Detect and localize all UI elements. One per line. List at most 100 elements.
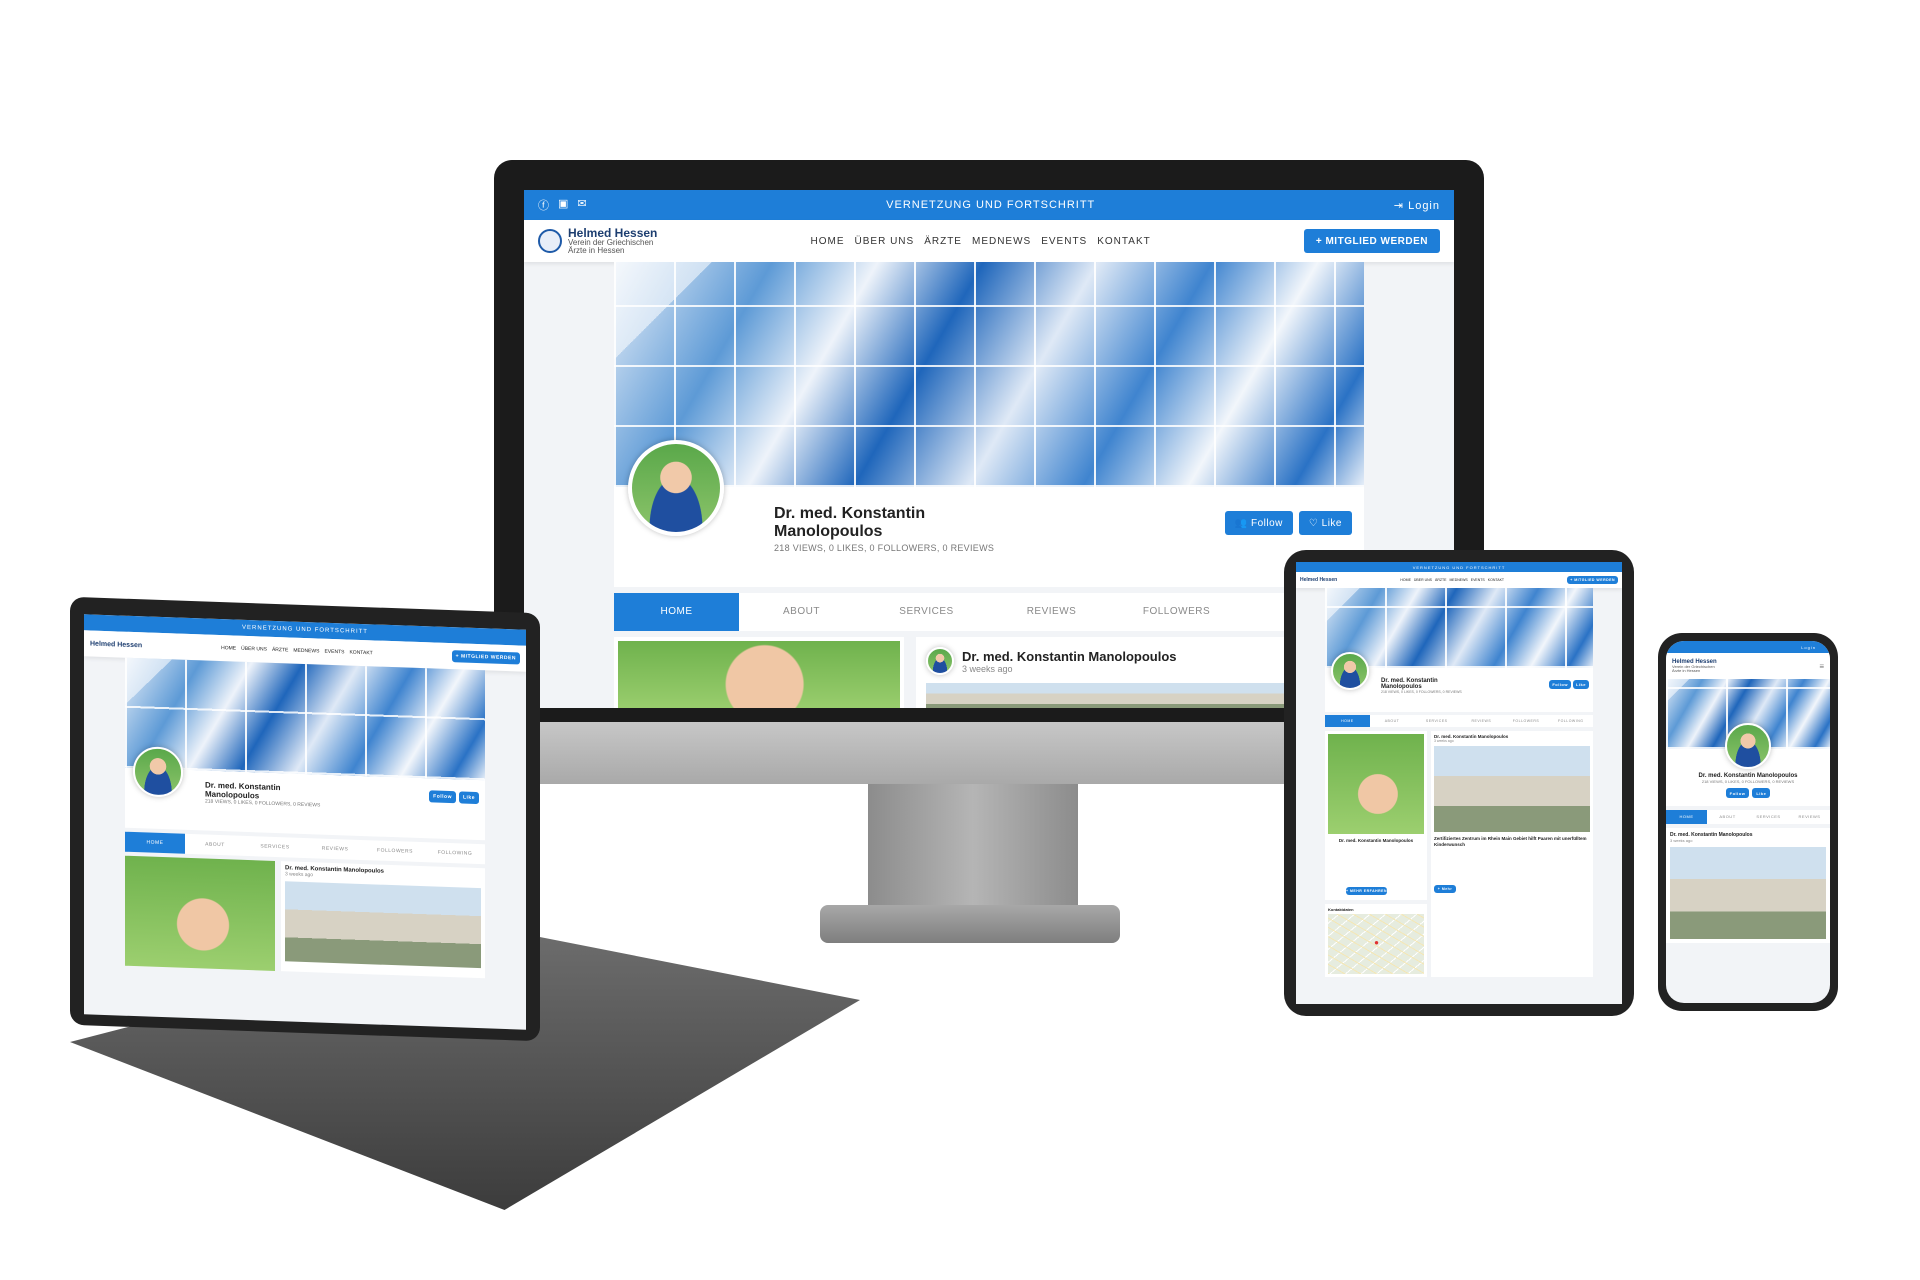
- tablet-tab-following[interactable]: FOLLOWING: [1548, 715, 1593, 727]
- laptop-tab-followers[interactable]: FOLLOWERS: [365, 840, 425, 862]
- tablet-more-button[interactable]: + MEHR ERFAHREN: [1346, 887, 1388, 895]
- tab-services[interactable]: SERVICES: [864, 593, 989, 631]
- tablet-post-headline[interactable]: Zertifiziertes Zentrum im Rhein Main Geb…: [1434, 836, 1590, 847]
- phone-tab-about[interactable]: ABOUT: [1707, 810, 1748, 824]
- like-button[interactable]: ♡ Like: [1298, 511, 1352, 535]
- tablet-tabs: HOME ABOUT SERVICES REVIEWS FOLLOWERS FO…: [1325, 715, 1593, 727]
- phone-post-image: [1670, 847, 1826, 939]
- tablet-nav-mednews[interactable]: MEDNEWS: [1449, 578, 1467, 582]
- nav-item-mednews[interactable]: MEDNEWS: [972, 236, 1031, 247]
- profile-stats: 218 VIEWS, 0 LIKES, 0 FOLLOWERS, 0 REVIE…: [774, 543, 995, 553]
- post-author[interactable]: Dr. med. Konstantin Manolopoulos: [962, 649, 1177, 664]
- profile-photo-large: [614, 637, 904, 708]
- tablet-tab-followers[interactable]: FOLLOWERS: [1504, 715, 1549, 727]
- logo[interactable]: Helmed Hessen Verein der Griechischen Är…: [538, 227, 657, 255]
- logo-emblem-icon: [538, 229, 562, 253]
- phone-avatar: [1725, 723, 1771, 769]
- laptop-nav-events[interactable]: EVENTS: [324, 649, 344, 656]
- linkedin-icon[interactable]: ▣: [558, 197, 569, 213]
- laptop-mitglied-button[interactable]: + MITGLIED WERDEN: [451, 650, 520, 665]
- laptop-tab-following[interactable]: FOLLOWING: [425, 842, 485, 864]
- tablet-map[interactable]: ●: [1328, 914, 1424, 974]
- tablet-topbar: VERNETZUNG UND FORTSCHRITT: [1296, 562, 1622, 572]
- phone-tab-reviews[interactable]: REVIEWS: [1789, 810, 1830, 824]
- profile-card: Dr. med. Konstantin Manolopoulos 218 VIE…: [614, 262, 1364, 587]
- tablet-logo-title[interactable]: Helmed Hessen: [1300, 577, 1337, 583]
- laptop-nav-kontakt[interactable]: KONTAKT: [349, 650, 372, 657]
- mail-icon[interactable]: ✉: [577, 197, 587, 213]
- tablet-nav-events[interactable]: EVENTS: [1471, 578, 1485, 582]
- phone-tab-services[interactable]: SERVICES: [1748, 810, 1789, 824]
- nav-item-events[interactable]: EVENTS: [1041, 236, 1087, 247]
- heart-icon: ♡: [1308, 517, 1322, 529]
- phone-post-time: 3 weeks ago: [1670, 838, 1693, 843]
- laptop-tab-about[interactable]: ABOUT: [185, 834, 245, 856]
- logo-subtitle-2: Ärzte in Hessen: [568, 246, 625, 255]
- phone-login-link[interactable]: Login: [1801, 645, 1816, 650]
- tablet-like-button[interactable]: Like: [1572, 680, 1589, 689]
- tablet-post-time: 3 weeks ago: [1434, 739, 1454, 743]
- nav-item-aerzte[interactable]: ÄRZTE: [924, 236, 962, 247]
- laptop-nav-home[interactable]: HOME: [221, 645, 236, 652]
- tab-about[interactable]: ABOUT: [739, 593, 864, 631]
- menu-icon[interactable]: ≡: [1819, 662, 1824, 671]
- tablet-cover-image: [1325, 588, 1593, 668]
- users-icon: 👥: [1234, 517, 1251, 529]
- tablet-read-more-button[interactable]: + Mehr: [1434, 885, 1456, 894]
- laptop-nav-aerzte[interactable]: ÄRZTE: [272, 647, 288, 654]
- login-icon: ⇥: [1393, 199, 1409, 212]
- profile-tabs: HOME ABOUT SERVICES REVIEWS FOLLOWERS FO…: [614, 593, 1364, 631]
- tablet-nav-aerzte[interactable]: ÄRZTE: [1435, 578, 1446, 582]
- tablet-nav-kontakt[interactable]: KONTAKT: [1488, 578, 1504, 582]
- follow-button[interactable]: 👥 Follow: [1224, 511, 1293, 535]
- tablet-nav-menu: HOME ÜBER UNS ÄRZTE MEDNEWS EVENTS KONTA…: [1400, 578, 1504, 582]
- tablet-tab-services[interactable]: SERVICES: [1414, 715, 1459, 727]
- tab-followers[interactable]: FOLLOWERS: [1114, 593, 1239, 631]
- phone-like-button[interactable]: Like: [1752, 788, 1771, 798]
- tablet-follow-button[interactable]: Follow: [1549, 680, 1571, 689]
- nav-item-ueber-uns[interactable]: ÜBER UNS: [855, 236, 915, 247]
- nav-item-home[interactable]: HOME: [811, 236, 845, 247]
- laptop-logo-title[interactable]: Helmed Hessen: [90, 640, 142, 649]
- laptop-follow-button[interactable]: Follow: [429, 790, 456, 804]
- tablet-mitglied-button[interactable]: + MITGLIED WERDEN: [1567, 576, 1618, 584]
- map-pin-icon: ●: [1374, 938, 1379, 947]
- laptop-screen: VERNETZUNG UND FORTSCHRITT Helmed Hessen…: [84, 614, 526, 1030]
- tablet-nav-ueber-uns[interactable]: ÜBER UNS: [1414, 578, 1432, 582]
- mitglied-werden-button[interactable]: + MITGLIED WERDEN: [1303, 229, 1440, 253]
- phone-tab-home[interactable]: HOME: [1666, 810, 1707, 824]
- laptop-nav-mednews[interactable]: MEDNEWS: [293, 648, 319, 655]
- laptop-tab-services[interactable]: SERVICES: [245, 836, 305, 858]
- laptop-tab-reviews[interactable]: REVIEWS: [305, 838, 365, 860]
- phone-topbar: Login: [1666, 641, 1830, 653]
- main-nav: Helmed Hessen Verein der Griechischen Är…: [524, 220, 1454, 262]
- phone-logo-subtitle-2: Ärzte in Hessen: [1672, 668, 1701, 673]
- tablet-tab-reviews[interactable]: REVIEWS: [1459, 715, 1504, 727]
- laptop-topbar-tagline: VERNETZUNG UND FORTSCHRITT: [242, 624, 368, 636]
- tablet-card-name: Dr. med. Konstantin Manolopoulos: [1338, 838, 1414, 843]
- tablet-tab-about[interactable]: ABOUT: [1370, 715, 1415, 727]
- nav-menu: HOME ÜBER UNS ÄRZTE MEDNEWS EVENTS KONTA…: [811, 236, 1151, 247]
- monitor-stand-foot: [820, 905, 1120, 943]
- tab-reviews[interactable]: REVIEWS: [989, 593, 1114, 631]
- tablet-nav-home[interactable]: HOME: [1400, 578, 1411, 582]
- nav-item-kontakt[interactable]: KONTAKT: [1097, 236, 1150, 247]
- login-link[interactable]: ⇥ Login: [1394, 199, 1440, 212]
- laptop-post-image: [285, 881, 481, 969]
- tab-home[interactable]: HOME: [614, 593, 739, 631]
- laptop-like-button[interactable]: Like: [458, 791, 479, 805]
- tablet-profile-photo: [1328, 734, 1424, 834]
- laptop-nav-menu: HOME ÜBER UNS ÄRZTE MEDNEWS EVENTS KONTA…: [221, 645, 373, 656]
- phone-nav: Helmed Hessen Verein der Griechischen Är…: [1666, 653, 1830, 679]
- laptop-tab-home[interactable]: HOME: [125, 831, 185, 854]
- post-time: 3 weeks ago: [962, 663, 1013, 674]
- facebook-icon[interactable]: ⓕ: [538, 197, 550, 213]
- tablet-topbar-tagline: VERNETZUNG UND FORTSCHRITT: [1412, 564, 1506, 570]
- tablet-tab-home[interactable]: HOME: [1325, 715, 1370, 727]
- laptop-nav-ueber-uns[interactable]: ÜBER UNS: [241, 646, 267, 653]
- tablet-map-label: Kontaktdaten: [1328, 907, 1354, 912]
- post-author-avatar: [926, 647, 954, 675]
- phone-follow-button[interactable]: Follow: [1725, 788, 1750, 798]
- phone-screen: Login Helmed Hessen Verein der Griechisc…: [1666, 641, 1830, 1003]
- tablet-nav: Helmed Hessen HOME ÜBER UNS ÄRZTE MEDNEW…: [1296, 572, 1622, 588]
